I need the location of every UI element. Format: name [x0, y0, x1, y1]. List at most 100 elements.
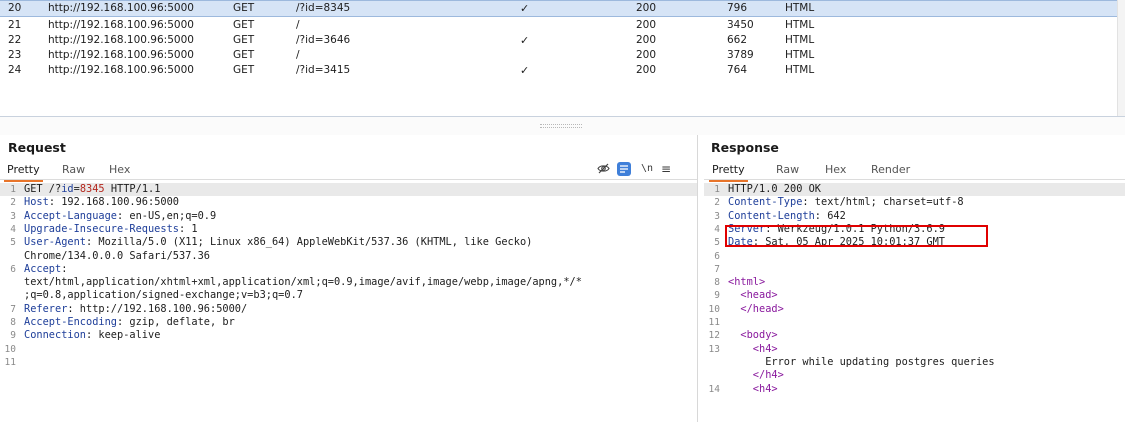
- text-segment: : 1: [178, 222, 198, 235]
- row-status: 200: [636, 34, 657, 46]
- line-number: 2: [714, 197, 720, 209]
- newline-icon[interactable]: \n: [641, 162, 653, 176]
- proxy-history-table: 20 http://192.168.100.96:5000 GET /?id=8345…: [0, 0, 1125, 117]
- header-name: Connection: [24, 329, 86, 342]
- line-text: Host: 192.168.100.96:5000: [24, 196, 179, 209]
- text-segment: ;q=0.8,application/signed-exchange;v=b3;…: [24, 289, 303, 302]
- text-segment: : Mozilla/5.0 (X11; Linux x86_64) AppleW…: [86, 236, 533, 249]
- text-segment: HTTP/1.1: [104, 183, 161, 195]
- pane-splitter[interactable]: [0, 117, 1125, 135]
- line-text: <h4>: [728, 343, 778, 356]
- text-segment: : 192.168.100.96:5000: [48, 196, 179, 209]
- line-number: 10: [708, 303, 720, 315]
- line-text: <h4>: [728, 383, 778, 396]
- line-text: Connection: keep-alive: [24, 329, 160, 342]
- text-segment: Error while updating postgres queries: [728, 355, 995, 368]
- line-number: 4: [714, 223, 720, 235]
- code-line: 9 Connection: keep-alive: [0, 329, 697, 342]
- line-number: 1: [10, 184, 16, 195]
- response-tabs: Pretty Raw Hex Render: [704, 160, 1125, 182]
- code-line: 4 Upgrade-Insecure-Requests: 1: [0, 223, 697, 236]
- row-url: /?id=8345: [296, 2, 351, 14]
- row-mime: HTML: [785, 2, 815, 14]
- request-tab-hex[interactable]: Hex: [109, 163, 130, 176]
- row-method: GET: [233, 64, 255, 76]
- row-length: 796: [727, 2, 748, 14]
- code-line: text/html,application/xhtml+xml,applicat…: [0, 276, 697, 289]
- html-tag: <html>: [728, 276, 766, 289]
- line-number: 6: [10, 263, 16, 275]
- row-url: /?id=3415: [296, 64, 351, 76]
- line-number: 2: [10, 197, 16, 209]
- response-title: Response: [711, 140, 779, 155]
- history-scrollbar[interactable]: [1117, 0, 1125, 116]
- code-line: 11: [0, 356, 697, 369]
- response-tab-raw[interactable]: Raw: [776, 163, 799, 176]
- row-length: 3450: [727, 19, 754, 31]
- row-length: 764: [727, 64, 748, 76]
- request-tab-raw[interactable]: Raw: [62, 163, 85, 176]
- line-text: Accept:: [24, 263, 67, 276]
- line-number: 12: [708, 330, 720, 342]
- eye-slash-icon[interactable]: [597, 162, 610, 178]
- line-number: 11: [4, 356, 16, 368]
- html-tag: <h4>: [728, 342, 778, 355]
- line-number: 7: [714, 263, 720, 275]
- code-line: 6: [704, 250, 1125, 263]
- line-text: Accept-Language: en-US,en;q=0.9: [24, 210, 216, 223]
- line-text: <head>: [728, 289, 777, 302]
- header-name: Content-Length: [728, 209, 815, 222]
- menu-icon[interactable]: ≡: [661, 162, 671, 176]
- html-tag: <body>: [728, 329, 778, 342]
- line-number: 3: [10, 210, 16, 222]
- code-line: 10: [0, 343, 697, 356]
- text-segment: : http://192.168.100.96:5000/: [67, 302, 248, 315]
- row-host: http://192.168.100.96:5000: [48, 34, 194, 46]
- code-line: 7 Referer: http://192.168.100.96:5000/: [0, 303, 697, 316]
- code-line: 13 <h4>: [704, 343, 1125, 356]
- response-tab-hex[interactable]: Hex: [825, 163, 846, 176]
- header-name: Host: [24, 196, 49, 209]
- history-row[interactable]: 22 http://192.168.100.96:5000 GET /?id=3646…: [0, 33, 1125, 48]
- splitter-grip[interactable]: [540, 124, 582, 128]
- line-text: Error while updating postgres queries: [728, 355, 995, 369]
- request-pane: Request Pretty Raw Hex \n ≡ 1 GET /?id=83…: [0, 135, 698, 422]
- row-host: http://192.168.100.96:5000: [48, 64, 194, 76]
- row-number: 20: [8, 2, 22, 14]
- code-line: 5 User-Agent: Mozilla/5.0 (X11; Linux x86…: [0, 236, 697, 249]
- line-text: text/html,application/xhtml+xml,applicat…: [24, 276, 582, 289]
- text-segment: text/html,application/xhtml+xml,applicat…: [24, 276, 582, 289]
- row-number: 21: [8, 19, 22, 31]
- history-row[interactable]: 20 http://192.168.100.96:5000 GET /?id=8345…: [0, 0, 1125, 17]
- line-text: User-Agent: Mozilla/5.0 (X11; Linux x86_…: [24, 236, 532, 249]
- code-line: 11: [704, 316, 1125, 329]
- response-tab-pretty[interactable]: Pretty: [709, 163, 748, 182]
- row-params-check: ✓: [520, 2, 530, 15]
- history-row[interactable]: 23 http://192.168.100.96:5000 GET / 200 3789 H…: [0, 48, 1125, 63]
- row-status: 200: [636, 64, 657, 76]
- request-editor[interactable]: 1 GET /?id=8345 HTTP/1.1 2 Host: 192.168.10…: [0, 183, 697, 422]
- code-line: 1 GET /?id=8345 HTTP/1.1: [0, 183, 697, 196]
- header-name: Accept: [24, 262, 62, 275]
- line-number: 8: [714, 277, 720, 289]
- code-line: 8 Accept-Encoding: gzip, deflate, br: [0, 316, 697, 329]
- header-name: Content-Type: [728, 196, 803, 209]
- line-wrap-icon[interactable]: [617, 162, 631, 176]
- line-number: 3: [714, 210, 720, 222]
- response-tab-render[interactable]: Render: [871, 163, 910, 176]
- row-url: /: [296, 19, 300, 31]
- code-line: 2 Host: 192.168.100.96:5000: [0, 196, 697, 209]
- code-line: 10 </head>: [704, 303, 1125, 316]
- html-tag: <h4>: [728, 382, 778, 395]
- html-tag: </head>: [728, 302, 784, 315]
- line-number: 9: [10, 330, 16, 342]
- row-method: GET: [233, 2, 255, 14]
- history-row[interactable]: 24 http://192.168.100.96:5000 GET /?id=3415…: [0, 63, 1125, 78]
- row-status: 200: [636, 2, 657, 14]
- request-tab-pretty[interactable]: Pretty: [4, 163, 43, 182]
- history-row[interactable]: 21 http://192.168.100.96:5000 GET / 200 3450 H…: [0, 18, 1125, 33]
- response-editor[interactable]: 1 HTTP/1.0 200 OK 2 Content-Type: text/html…: [704, 183, 1125, 422]
- header-name: User-Agent: [24, 236, 86, 249]
- row-status: 200: [636, 49, 657, 61]
- line-text: Accept-Encoding: gzip, deflate, br: [24, 316, 235, 329]
